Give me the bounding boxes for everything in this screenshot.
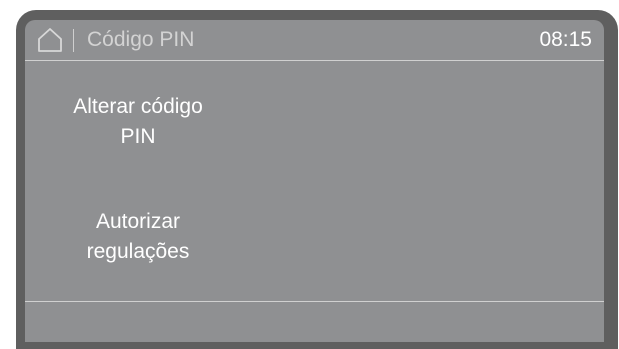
header-divider — [25, 60, 604, 61]
display-screen: Código PIN 08:15 Alterar código PIN Auto… — [25, 20, 604, 342]
clock-time: 08:15 — [539, 28, 592, 51]
menu-item-label-line1: Autorizar — [95, 210, 181, 233]
page-title: Código PIN — [87, 28, 195, 51]
header-separator — [73, 29, 74, 52]
menu-item-label-line1: Alterar código — [73, 95, 203, 118]
menu-item-change-pin[interactable]: Alterar código PIN — [43, 92, 233, 152]
header-bar: Código PIN 08:15 — [25, 20, 604, 60]
menu-item-authorize-settings[interactable]: Autorizar regulações — [43, 207, 233, 267]
footer-divider — [25, 301, 604, 302]
menu-item-label-line2: PIN — [120, 125, 156, 148]
menu-item-label-line2: regulações — [86, 240, 190, 263]
home-icon[interactable] — [37, 27, 63, 53]
